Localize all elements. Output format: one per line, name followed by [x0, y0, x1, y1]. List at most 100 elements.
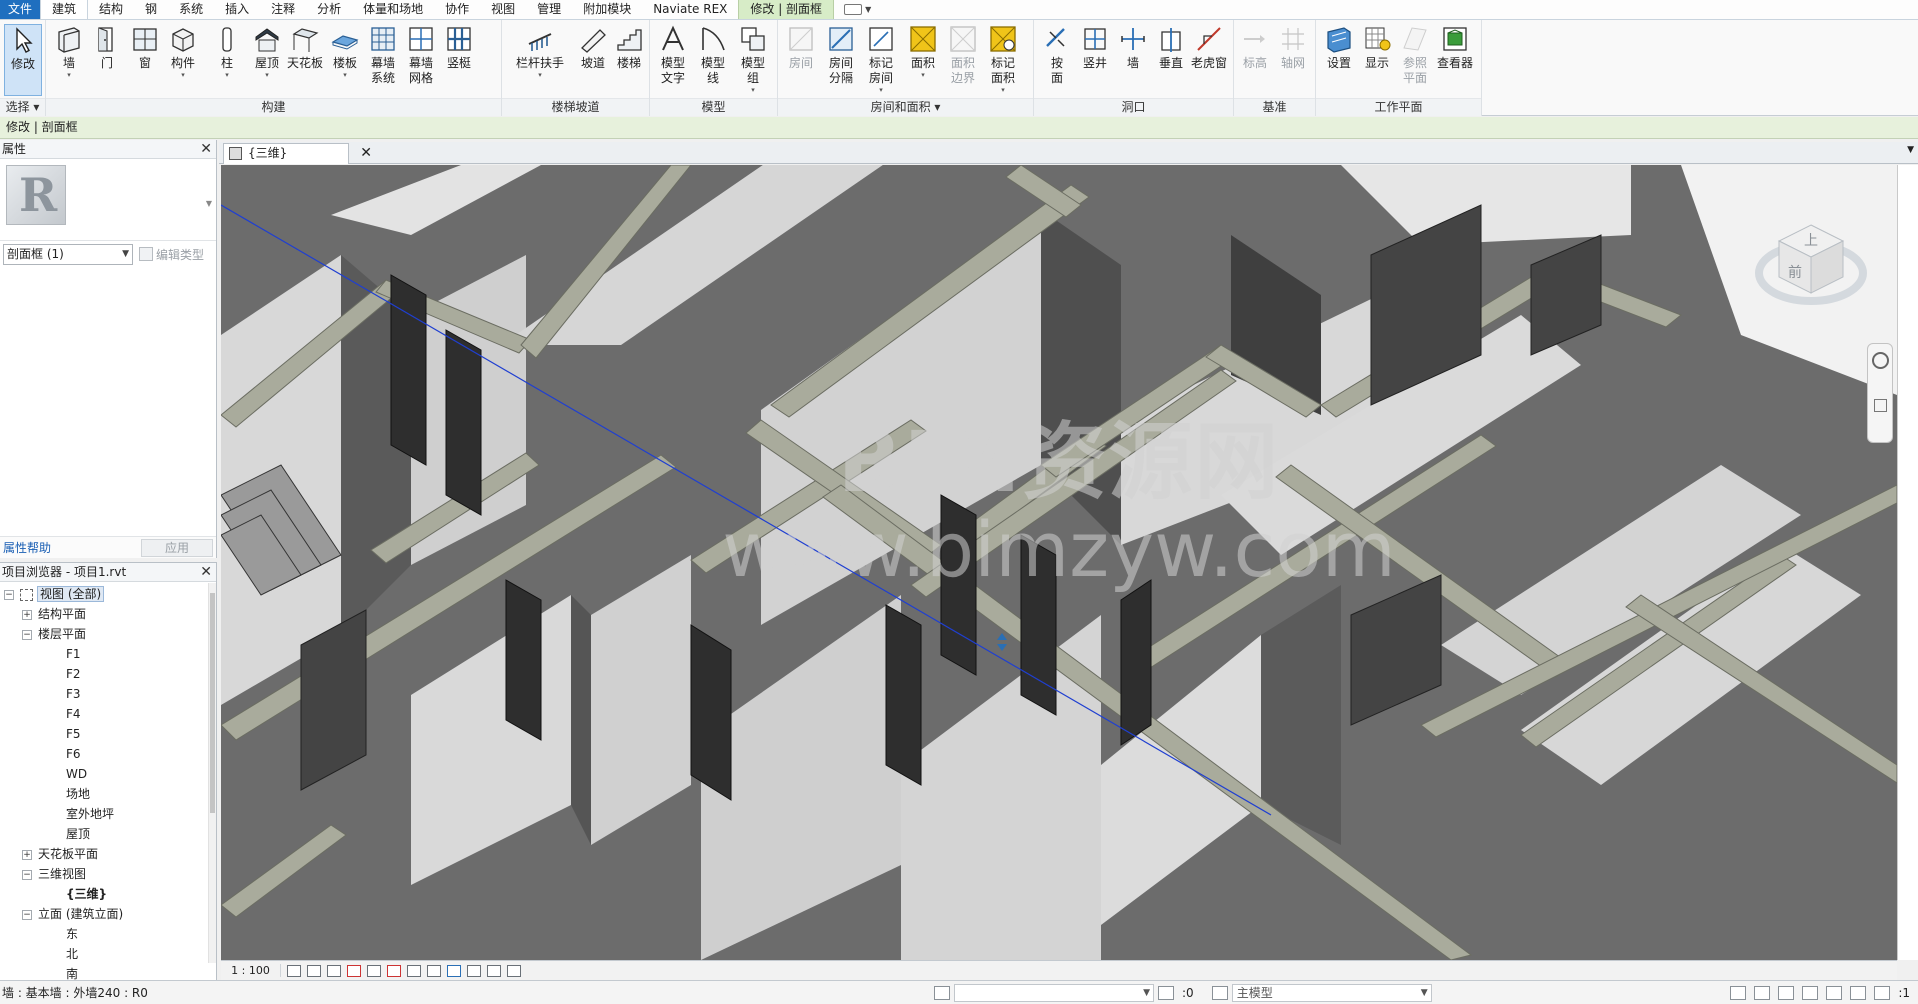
navigation-bar[interactable]	[1867, 343, 1893, 443]
stair-button[interactable]: 楼梯	[610, 24, 648, 96]
menu-tab-massing[interactable]: 体量和场地	[352, 0, 434, 19]
model-group-button[interactable]: 模型 组 ▾	[734, 24, 772, 96]
zoom-icon[interactable]	[1874, 399, 1887, 412]
collapse-icon[interactable]: −	[22, 909, 32, 920]
collapse-icon[interactable]: −	[22, 869, 32, 880]
filter-icon[interactable]	[1874, 985, 1891, 1000]
menu-tab-insert[interactable]: 插入	[214, 0, 260, 19]
worksets-icon[interactable]	[934, 985, 950, 1000]
by-face-button[interactable]: 按 面	[1038, 24, 1076, 96]
select-underlay-icon[interactable]	[1754, 985, 1771, 1000]
chevron-down-icon[interactable]: ▼	[206, 199, 212, 208]
close-icon[interactable]: ✕	[200, 140, 212, 159]
select-by-face-icon[interactable]	[1802, 985, 1819, 1000]
visual-style-icon[interactable]	[307, 964, 321, 977]
level-button[interactable]: 标高	[1236, 24, 1274, 96]
select-pinned-icon[interactable]	[1778, 985, 1795, 1000]
ceiling-button[interactable]: 天花板	[286, 24, 324, 96]
tree-item-roof[interactable]: 屋顶	[0, 824, 216, 844]
sun-path-icon[interactable]	[327, 964, 341, 977]
menu-tab-view[interactable]: 视图	[480, 0, 526, 19]
tree-item-south[interactable]: 南	[0, 964, 216, 980]
roof-button[interactable]: 屋顶 ▾	[248, 24, 286, 96]
dormer-button[interactable]: 老虎窗	[1190, 24, 1228, 96]
railing-button[interactable]: 栏杆扶手 ▾	[510, 24, 570, 96]
panel-title-room-area[interactable]: 房间和面积 ▾	[778, 98, 1033, 116]
tree-item-f2[interactable]: F2	[0, 664, 216, 684]
component-button[interactable]: 构件 ▾	[164, 24, 202, 96]
window-button[interactable]: 窗	[126, 24, 164, 96]
view-scale[interactable]: 1 : 100	[221, 964, 281, 977]
workset-selector[interactable]: ▼	[954, 983, 1154, 1002]
render-icon[interactable]	[367, 964, 381, 977]
menu-tab-collaborate[interactable]: 协作	[434, 0, 480, 19]
ramp-button[interactable]: 坡道	[574, 24, 612, 96]
filter-selection-icon[interactable]	[1158, 985, 1174, 1000]
worksharing-icon[interactable]	[487, 964, 501, 977]
viewcube-front-face[interactable]: 前	[1788, 264, 1802, 281]
tree-item-3d-default[interactable]: {三维}	[0, 884, 216, 904]
browser-scrollbar[interactable]	[208, 583, 216, 963]
edit-type-button[interactable]: 编辑类型	[139, 246, 204, 263]
vertical-opening-button[interactable]: 垂直	[1152, 24, 1190, 96]
model-text-button[interactable]: 模型 文字	[654, 24, 692, 96]
reveal-hidden-icon[interactable]	[467, 964, 481, 977]
tree-item-f3[interactable]: F3	[0, 684, 216, 704]
wall-opening-button[interactable]: 墙	[1114, 24, 1152, 96]
curtain-system-button[interactable]: 幕墙 系统	[364, 24, 402, 96]
show-crop-icon[interactable]	[407, 964, 421, 977]
show-workplane-button[interactable]: 显示	[1358, 24, 1396, 96]
room-separator-button[interactable]: 房间 分隔	[822, 24, 860, 96]
background-process-icon[interactable]	[1850, 985, 1867, 1000]
select-links-icon[interactable]	[1730, 985, 1747, 1000]
tree-item-views-all[interactable]: − 视图 (全部)	[0, 584, 216, 604]
tree-item-f4[interactable]: F4	[0, 704, 216, 724]
shadows-icon[interactable]	[347, 964, 361, 977]
collapse-icon[interactable]: −	[22, 629, 32, 640]
tree-item-elevation[interactable]: − 立面 (建筑立面)	[0, 904, 216, 924]
menu-tab-systems[interactable]: 系统	[168, 0, 214, 19]
properties-help-link[interactable]: 属性帮助	[3, 539, 51, 556]
tree-item-floor-plan[interactable]: − 楼层平面	[0, 624, 216, 644]
temporary-hide-icon[interactable]	[447, 964, 461, 977]
menu-tab-architecture[interactable]: 建筑	[40, 0, 89, 19]
tree-item-east[interactable]: 东	[0, 924, 216, 944]
ref-plane-button[interactable]: 参照 平面	[1396, 24, 1434, 96]
tree-item-f5[interactable]: F5	[0, 724, 216, 744]
expand-icon[interactable]: +	[22, 849, 32, 860]
apply-button[interactable]: 应用	[141, 538, 213, 557]
menu-tab-steel[interactable]: 钢	[134, 0, 168, 19]
menu-tab-addins[interactable]: 附加模块	[572, 0, 642, 19]
curtain-grid-button[interactable]: 幕墙 网格	[402, 24, 440, 96]
set-workplane-button[interactable]: 设置	[1320, 24, 1358, 96]
modify-button[interactable]: 修改	[4, 24, 42, 96]
shaft-button[interactable]: 竖井	[1076, 24, 1114, 96]
tree-item-ceiling-plan[interactable]: + 天花板平面	[0, 844, 216, 864]
close-icon[interactable]: ✕	[360, 144, 372, 163]
menu-tab-modify-section-box[interactable]: 修改 | 剖面框	[738, 0, 835, 19]
analytical-model-icon[interactable]	[507, 964, 521, 977]
area-button[interactable]: 面积 ▾	[904, 24, 942, 96]
menu-tab-manage[interactable]: 管理	[526, 0, 572, 19]
ribbon-minimize-toggle[interactable]: ▼	[844, 0, 871, 19]
area-boundary-button[interactable]: 面积 边界	[944, 24, 982, 96]
menu-tab-annotate[interactable]: 注释	[260, 0, 306, 19]
steering-wheel-icon[interactable]	[1872, 352, 1889, 369]
column-button[interactable]: 柱 ▾	[208, 24, 246, 96]
collapse-icon[interactable]: −	[4, 589, 14, 600]
design-option-icon[interactable]	[1211, 985, 1228, 1000]
door-button[interactable]: 门	[88, 24, 126, 96]
tree-item-3d-views[interactable]: − 三维视图	[0, 864, 216, 884]
viewcube-top-face[interactable]: 上	[1804, 233, 1818, 249]
viewport-scrollbar[interactable]	[1897, 165, 1918, 960]
viewer-button[interactable]: 查看器	[1436, 24, 1474, 96]
room-button[interactable]: 房间	[782, 24, 820, 96]
chevron-down-icon[interactable]: ▼	[1907, 145, 1914, 155]
panel-title-select[interactable]: 选择 ▾	[0, 98, 45, 116]
drag-on-selection-icon[interactable]	[1826, 985, 1843, 1000]
tag-area-button[interactable]: 标记 面积 ▾	[984, 24, 1022, 96]
wall-button[interactable]: 墙 ▾	[50, 24, 88, 96]
tree-item-north[interactable]: 北	[0, 944, 216, 964]
tree-item-site[interactable]: 场地	[0, 784, 216, 804]
detail-level-icon[interactable]	[287, 964, 301, 977]
